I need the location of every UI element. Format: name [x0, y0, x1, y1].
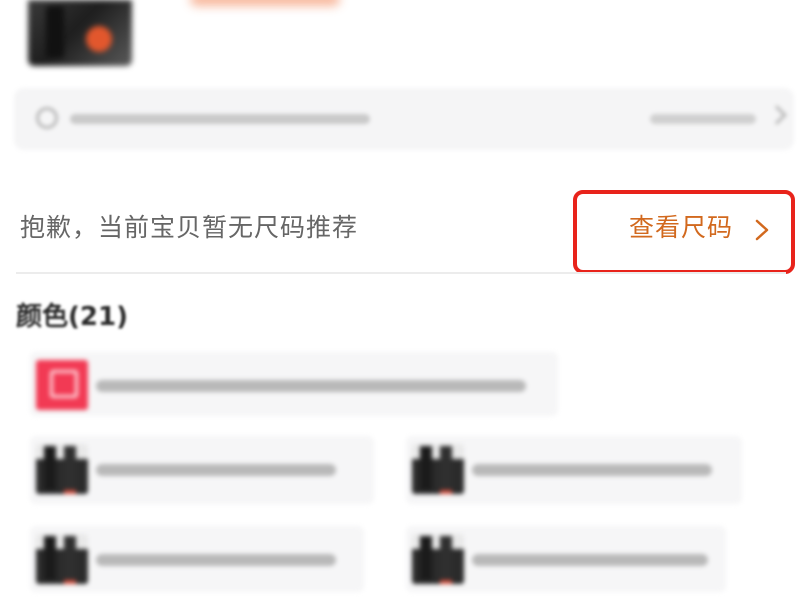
view-size-label: 查看尺码: [629, 213, 734, 242]
color-option-thumbnail: [36, 444, 88, 494]
review-count: [650, 114, 756, 124]
color-option[interactable]: [30, 436, 374, 504]
review-summary-bar[interactable]: [14, 88, 794, 150]
size-recommendation-message: 抱歉，当前宝贝暂无尺码推荐: [20, 213, 359, 242]
color-option-thumbnail: [412, 444, 464, 494]
review-summary-text: [70, 114, 370, 124]
view-size-button[interactable]: 查看尺码: [573, 190, 795, 274]
color-option[interactable]: [30, 352, 558, 416]
color-option-thumbnail: [36, 360, 88, 410]
color-option[interactable]: [406, 526, 726, 592]
color-option-label: [472, 554, 708, 566]
chevron-right-icon: [767, 105, 787, 125]
size-recommendation-row: 抱歉，当前宝贝暂无尺码推荐 查看尺码: [0, 190, 800, 274]
color-option-thumbnail: [36, 534, 88, 584]
color-option-label: [96, 554, 336, 566]
color-option[interactable]: [30, 526, 364, 592]
color-option-thumbnail: [412, 534, 464, 584]
chevron-right-icon: [755, 219, 769, 241]
color-option-label: [96, 380, 526, 392]
color-section-title: 颜色(21): [16, 302, 128, 332]
price-text: [190, 0, 340, 6]
color-option-label: [472, 464, 712, 476]
chat-bubble-icon: [36, 107, 58, 129]
divider: [16, 272, 786, 274]
color-option-label: [96, 464, 336, 476]
color-option[interactable]: [406, 436, 742, 504]
product-thumbnail[interactable]: [28, 0, 132, 66]
